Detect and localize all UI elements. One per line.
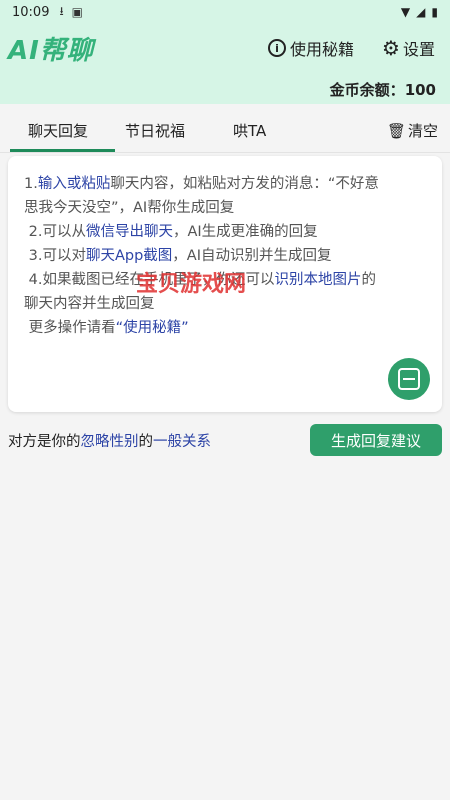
guide-text: ，AI生成更准确的回复 [172, 224, 318, 240]
guide-link-local-image[interactable]: 识别本地图片 [274, 272, 361, 288]
font-app-icon: ▣ [71, 5, 84, 19]
app-logo: AI帮聊 [8, 36, 94, 66]
gear-icon: ⚙ [382, 36, 400, 60]
guide-text: ，AI自动识别并生成回复 [172, 248, 332, 264]
status-bar: 10:09 ⭳ ▣ ▼ ◢ ▮ [0, 0, 450, 24]
app-header: AI帮聊 i 使用秘籍 ⚙ 设置 金币余额：100 [0, 24, 450, 104]
coin-balance: 金币余额：100 [330, 79, 436, 100]
guide-line-5: 更多操作请看“使用秘籍” [24, 316, 428, 340]
guide-line-1: 1.输入或粘贴聊天内容，如粘贴对方发的消息：“不好意 [24, 172, 428, 196]
tab-bar: 聊天回复 节日祝福 哄TA 🗑 清空 [0, 104, 450, 153]
coin-balance-label: 金币余额： [329, 81, 405, 99]
battery-icon: ▮ [431, 5, 438, 19]
guide-line-3: 3.可以对聊天App截图，AI自动识别并生成回复 [24, 244, 428, 268]
relationship-option-link[interactable]: 一般关系 [153, 434, 211, 450]
guide-link-tips[interactable]: “使用秘籍” [116, 320, 189, 336]
watermark: 宝贝游戏网 [136, 272, 247, 297]
download-icon: ⭳ [59, 3, 64, 18]
help-label: 使用秘籍 [290, 40, 355, 59]
tab-divider [0, 152, 450, 153]
cellular-icon: ◢ [416, 5, 426, 19]
guide-text: 2.可以从 [28, 224, 86, 240]
relation-text: 对方是你的 [8, 434, 81, 450]
guide-text: 的 [361, 272, 376, 288]
guide-link-paste[interactable]: 输入或粘贴 [38, 176, 111, 192]
tab-chat-reply[interactable]: 聊天回复 [28, 120, 88, 141]
info-icon: i [268, 39, 286, 57]
relation-selector: 对方是你的忽略性别的一般关系 [8, 430, 211, 451]
guide-text: 1. [24, 176, 38, 192]
scan-icon [398, 368, 420, 390]
guide-text: 更多操作请看 [28, 320, 116, 336]
relation-text: 的 [138, 434, 154, 450]
status-time: 10:09 [12, 4, 50, 20]
trash-icon: 🗑 [386, 121, 406, 140]
help-button[interactable]: i 使用秘籍 [268, 36, 354, 60]
clear-button[interactable]: 🗑 清空 [387, 120, 438, 141]
settings-label: 设置 [402, 40, 435, 59]
tab-holiday-wishes[interactable]: 节日祝福 [125, 120, 185, 141]
tab-coax-ta[interactable]: 哄TA [233, 120, 266, 141]
scan-text-button[interactable] [388, 358, 430, 400]
guide-text: 聊天内容，如粘贴对方发的消息：“不好意 [110, 176, 379, 192]
guide-text: 3.可以对 [28, 248, 86, 264]
guide-link-screenshot[interactable]: 聊天App截图 [86, 248, 172, 264]
input-placeholder-guide: 1.输入或粘贴聊天内容，如粘贴对方发的消息：“不好意 思我今天没空”，AI帮你生… [24, 172, 428, 340]
coin-balance-value: 100 [404, 81, 436, 99]
guide-line-2: 2.可以从微信导出聊天，AI生成更准确的回复 [24, 220, 428, 244]
generate-reply-button[interactable]: 生成回复建议 [310, 424, 442, 456]
guide-line-1b: 思我今天没空”，AI帮你生成回复 [24, 200, 235, 216]
gender-option-link[interactable]: 忽略性别 [81, 434, 139, 450]
clear-label: 清空 [407, 122, 438, 140]
guide-link-wechat-export[interactable]: 微信导出聊天 [86, 224, 173, 240]
wifi-icon: ▼ [400, 5, 411, 19]
settings-button[interactable]: ⚙ 设置 [382, 36, 435, 60]
